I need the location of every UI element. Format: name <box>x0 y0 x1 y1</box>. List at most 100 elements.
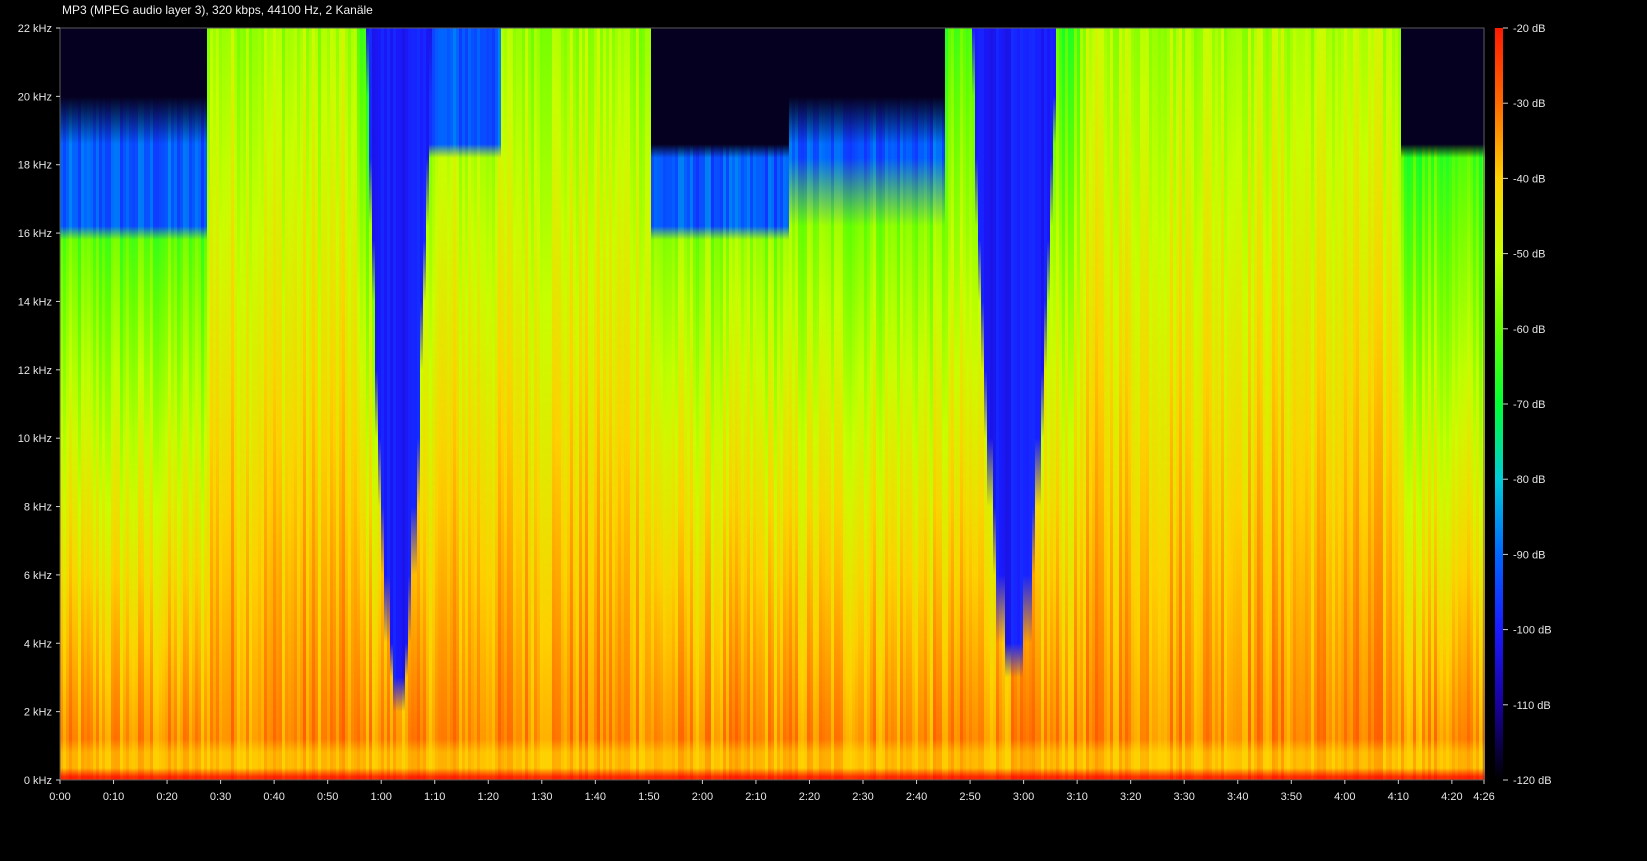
spectrogram-column <box>177 28 180 780</box>
spectrogram-column <box>1263 28 1266 780</box>
spectrogram-column <box>300 28 303 780</box>
spectrogram-column <box>513 28 516 780</box>
spectrogram-column <box>546 28 549 780</box>
spectrogram-column <box>570 28 573 780</box>
spectrogram-column <box>867 28 870 780</box>
spectrogram-column <box>423 28 426 780</box>
spectrogram-column <box>786 28 789 780</box>
spectrogram-column <box>1359 28 1362 780</box>
spectrogram-column <box>846 28 849 780</box>
time-tick-label: 1:50 <box>638 791 659 803</box>
spectrogram-column <box>1035 28 1038 780</box>
spectrogram-column <box>1365 28 1368 780</box>
spectrogram-column <box>642 28 645 780</box>
spectrogram-column <box>1086 28 1089 780</box>
spectrogram-column <box>438 28 441 780</box>
spectrogram-column <box>519 28 522 780</box>
spectrogram-column <box>375 28 378 780</box>
spectrogram-column <box>264 28 267 780</box>
spectrogram-column <box>669 28 672 780</box>
spectrogram-column <box>948 28 951 780</box>
spectrogram-column <box>282 28 285 780</box>
spectrogram-column <box>780 28 783 780</box>
spectrogram-column <box>975 28 978 780</box>
spectrogram-column <box>936 28 939 780</box>
spectrogram-column <box>420 28 423 780</box>
spectrogram-column <box>1287 28 1290 780</box>
spectrogram-column <box>1230 28 1233 780</box>
spectrogram-column <box>81 28 84 780</box>
spectrogram-column <box>858 28 861 780</box>
spectrogram-column <box>168 28 171 780</box>
spectrogram-column <box>1173 28 1176 780</box>
spectrogram-column <box>1314 28 1317 780</box>
spectrogram-column <box>123 28 126 780</box>
spectrogram-column <box>744 28 747 780</box>
spectrogram-column <box>666 28 669 780</box>
spectrogram-column <box>909 28 912 780</box>
spectrogram-column <box>981 28 984 780</box>
spectrogram-column <box>1197 28 1200 780</box>
spectrogram-column <box>624 28 627 780</box>
spectrogram-column <box>540 28 543 780</box>
spectrogram-column <box>1326 28 1329 780</box>
spectrogram-column <box>1224 28 1227 780</box>
spectrogram-column <box>1272 28 1275 780</box>
spectrogram-column <box>387 28 390 780</box>
spectrogram-column <box>1200 28 1203 780</box>
spectrogram-column <box>957 28 960 780</box>
spectrogram-column <box>369 28 372 780</box>
colorbar-tick-label: -120 dB <box>1513 775 1552 787</box>
spectrogram-column <box>1389 28 1392 780</box>
spectrogram-column <box>966 28 969 780</box>
spectrogram-column <box>1236 28 1239 780</box>
spectrogram-column <box>798 28 801 780</box>
spectrogram-column <box>888 28 891 780</box>
spectrogram-column <box>657 28 660 780</box>
spectrogram-column <box>1296 28 1299 780</box>
spectrogram-column <box>633 28 636 780</box>
spectrogram-column <box>1167 28 1170 780</box>
spectrogram-column <box>318 28 321 780</box>
spectrogram-column <box>939 28 942 780</box>
spectrogram-column <box>819 28 822 780</box>
spectrogram-column <box>969 28 972 780</box>
spectrogram-column <box>435 28 438 780</box>
spectrogram-column <box>1404 28 1407 780</box>
spectrogram-column <box>1380 28 1383 780</box>
spectrogram-column <box>384 28 387 780</box>
spectrogram-column <box>234 28 237 780</box>
spectrogram-column <box>516 28 519 780</box>
time-tick-label: 4:00 <box>1334 791 1355 803</box>
colorbar-tick-label: -70 dB <box>1513 399 1545 411</box>
spectrogram-column <box>303 28 306 780</box>
spectrogram-column <box>756 28 759 780</box>
spectrogram-column <box>489 28 492 780</box>
spectrogram-column <box>108 28 111 780</box>
spectrogram-column <box>1470 28 1473 780</box>
spectrogram-column <box>1428 28 1431 780</box>
frequency-tick-label: 8 kHz <box>24 502 52 514</box>
spectrogram-column <box>573 28 576 780</box>
spectrogram-column <box>1122 28 1125 780</box>
spectrogram-column <box>1308 28 1311 780</box>
spectrogram-column <box>918 28 921 780</box>
spectrogram-column <box>417 28 420 780</box>
spectrogram-column <box>1434 28 1437 780</box>
spectrogram-column <box>1212 28 1215 780</box>
spectrogram-column <box>741 28 744 780</box>
spectrogram-column <box>72 28 75 780</box>
spectrogram-column <box>1113 28 1116 780</box>
spectrogram-column <box>636 28 639 780</box>
spectrogram-column <box>945 28 948 780</box>
spectrogram-column <box>942 28 945 780</box>
spectrogram-column <box>1257 28 1260 780</box>
spectrogram-column <box>609 28 612 780</box>
spectrogram-column <box>1479 28 1482 780</box>
spectrogram-column <box>621 28 624 780</box>
spectrogram-column <box>714 28 717 780</box>
spectrogram-column <box>1077 28 1080 780</box>
spectrogram-column <box>963 28 966 780</box>
spectrogram-column <box>1281 28 1284 780</box>
spectrogram-column <box>450 28 453 780</box>
